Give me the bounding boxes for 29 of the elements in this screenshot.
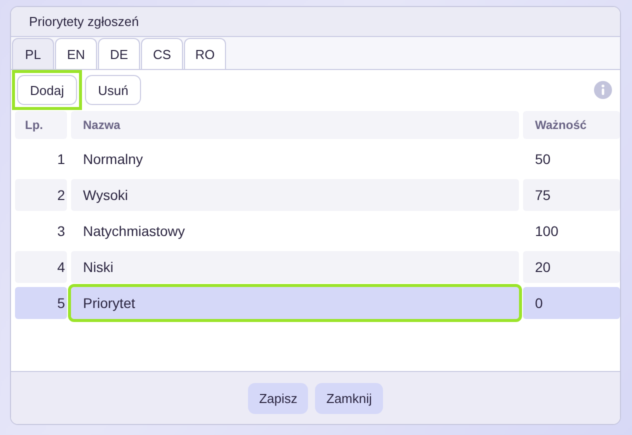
table-cell-text: 1 — [56, 150, 66, 169]
table-cell[interactable]: Natychmiastowy — [71, 215, 519, 247]
column-header: Nazwa — [71, 111, 519, 139]
table-cell-text: 50 — [534, 150, 552, 169]
column-header: Ważność — [523, 111, 620, 139]
language-tab[interactable]: RO — [184, 38, 226, 69]
column-header: Lp. — [15, 111, 67, 139]
table-cell: 75 — [523, 179, 620, 211]
window-title: Priorytety zgłoszeń — [11, 7, 620, 37]
table-cell: 4 — [15, 251, 67, 283]
language-tab[interactable]: EN — [55, 38, 97, 69]
table-cell[interactable]: Wysoki — [71, 179, 519, 211]
footer-button[interactable]: Zamknij — [315, 382, 383, 414]
table-cell: 0 — [523, 287, 620, 319]
table-cell: 2 — [15, 179, 67, 211]
table-cell[interactable]: Niski — [71, 251, 519, 283]
table-cell-text: 3 — [56, 222, 66, 241]
footer-button[interactable]: Zapisz — [248, 382, 308, 414]
language-tab[interactable]: CS — [141, 38, 183, 69]
table-cell: 5 — [15, 287, 67, 319]
toolbar-button[interactable]: Usuń — [84, 75, 142, 105]
table-cell[interactable]: Normalny — [71, 143, 519, 175]
table-cell: 20 — [523, 251, 620, 283]
info-icon[interactable] — [594, 81, 612, 99]
language-tab[interactable]: PL — [12, 38, 54, 69]
table-cell-text: 100 — [534, 222, 560, 241]
table-cell[interactable]: Priorytet — [71, 287, 519, 319]
toolbar-button[interactable]: Dodaj — [17, 75, 77, 105]
language-tab[interactable]: DE — [98, 38, 140, 69]
